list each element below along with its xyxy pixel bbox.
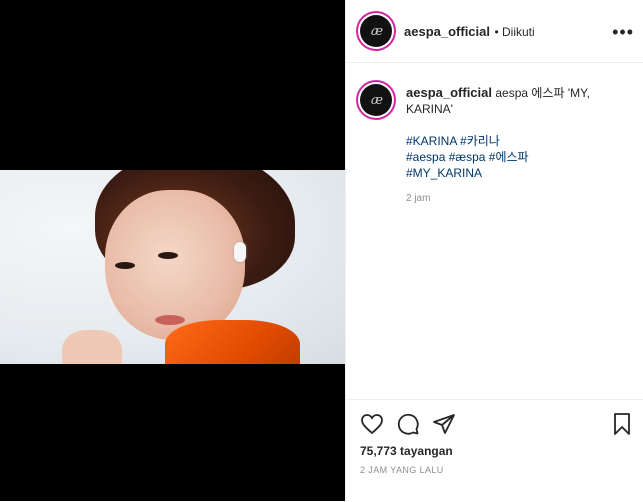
hashtag-link[interactable]: #aespa — [406, 150, 445, 164]
post-side-panel: æ aespa_official • Diikuti ••• æ aespa_o… — [345, 0, 643, 501]
hashtag-row: #KARINA #카리나 — [406, 133, 631, 149]
post-time-ago[interactable]: 2 JAM YANG LALU — [360, 465, 444, 475]
views-count[interactable]: 75,773 tayangan — [360, 444, 453, 458]
more-options-icon[interactable]: ••• — [612, 22, 634, 43]
hashtag-link[interactable]: #MY_KARINA — [406, 166, 482, 180]
caption-avatar-monogram: æ — [370, 92, 383, 108]
hashtag-link[interactable]: #카리나 — [460, 134, 500, 148]
caption-line: aespa_official aespa 에스파 'MY, KARINA' — [406, 85, 631, 117]
video-frame[interactable] — [0, 170, 345, 364]
header-username-link[interactable]: aespa_official — [404, 24, 490, 39]
image-hand — [62, 330, 122, 364]
avatar[interactable]: æ — [360, 15, 392, 47]
hashtag-row: #MY_KARINA — [406, 165, 631, 181]
caption-username-link[interactable]: aespa_official — [406, 85, 492, 100]
caption: aespa_official aespa 에스파 'MY, KARINA' #K… — [406, 85, 631, 181]
post-header: æ aespa_official • Diikuti ••• — [346, 0, 643, 63]
image-eye-right — [158, 252, 178, 259]
post-media[interactable] — [0, 0, 345, 501]
image-lips — [155, 315, 185, 325]
image-earbud — [234, 242, 246, 262]
views-number: 75,773 — [360, 444, 397, 458]
hashtag-link[interactable]: #æspa — [449, 150, 486, 164]
follow-status[interactable]: • Diikuti — [494, 25, 534, 39]
views-suffix: tayangan — [400, 444, 453, 458]
heart-icon[interactable] — [360, 412, 384, 436]
action-bar: 75,773 tayangan 2 JAM YANG LALU — [346, 399, 643, 502]
hashtag-link[interactable]: #에스파 — [489, 150, 529, 164]
image-jacket — [165, 320, 300, 364]
comment-icon[interactable] — [396, 412, 420, 436]
bookmark-icon[interactable] — [610, 412, 634, 436]
header-user-row: aespa_official • Diikuti — [404, 23, 535, 41]
share-icon[interactable] — [432, 412, 456, 436]
caption-timestamp[interactable]: 2 jam — [406, 193, 430, 204]
avatar-monogram: æ — [370, 23, 383, 39]
hashtag-link[interactable]: #KARINA — [406, 134, 457, 148]
caption-avatar[interactable]: æ — [360, 84, 392, 116]
hashtag-row: #aespa #æspa #에스파 — [406, 149, 631, 165]
image-eye-left — [115, 262, 135, 269]
hashtags: #KARINA #카리나 #aespa #æspa #에스파 #MY_KARIN… — [406, 133, 631, 181]
